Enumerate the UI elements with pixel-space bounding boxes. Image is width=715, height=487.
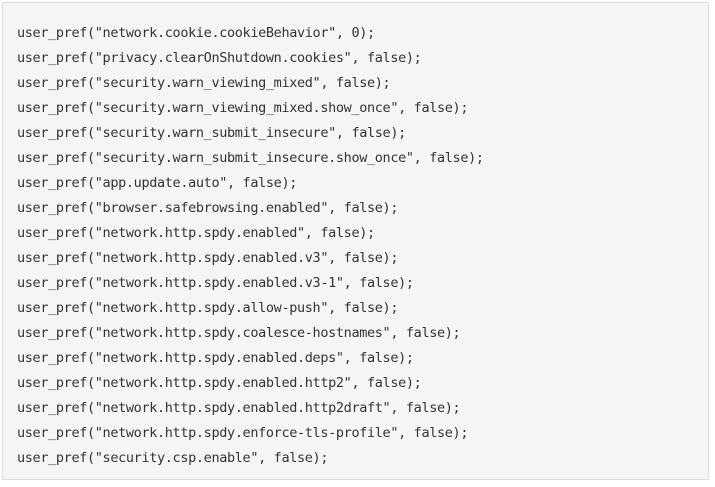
code-line: user_pref("network.cookie.cookieBehavior… — [17, 25, 375, 41]
code-line: user_pref("network.http.spdy.coalesce-ho… — [17, 325, 461, 341]
code-line: user_pref("network.http.spdy.enabled", f… — [17, 225, 375, 241]
code-line: user_pref("network.http.spdy.enabled.v3"… — [17, 250, 399, 266]
code-line: user_pref("browser.safebrowsing.enabled"… — [17, 200, 399, 216]
code-line: user_pref("network.http.spdy.enforce-tls… — [17, 425, 469, 441]
code-line: user_pref("network.http.spdy.enabled.v3-… — [17, 275, 414, 291]
code-line: user_pref("security.warn_viewing_mixed",… — [17, 75, 391, 91]
code-line: user_pref("privacy.clearOnShutdown.cooki… — [17, 50, 422, 66]
code-line: user_pref("security.warn_submit_insecure… — [17, 150, 484, 166]
code-line: user_pref("app.update.auto", false); — [17, 175, 297, 191]
code-line: user_pref("security.warn_submit_insecure… — [17, 125, 406, 141]
code-block: user_pref("network.cookie.cookieBehavior… — [2, 2, 709, 480]
code-line: user_pref("network.http.spdy.enabled.dep… — [17, 350, 414, 366]
code-line: user_pref("security.csp.enable", false); — [17, 450, 329, 466]
code-line: user_pref("network.http.spdy.enabled.htt… — [17, 375, 422, 391]
code-line: user_pref("network.http.spdy.allow-push"… — [17, 300, 399, 316]
code-line: user_pref("network.http.spdy.enabled.htt… — [17, 400, 461, 416]
code-line: user_pref("security.warn_viewing_mixed.s… — [17, 100, 469, 116]
